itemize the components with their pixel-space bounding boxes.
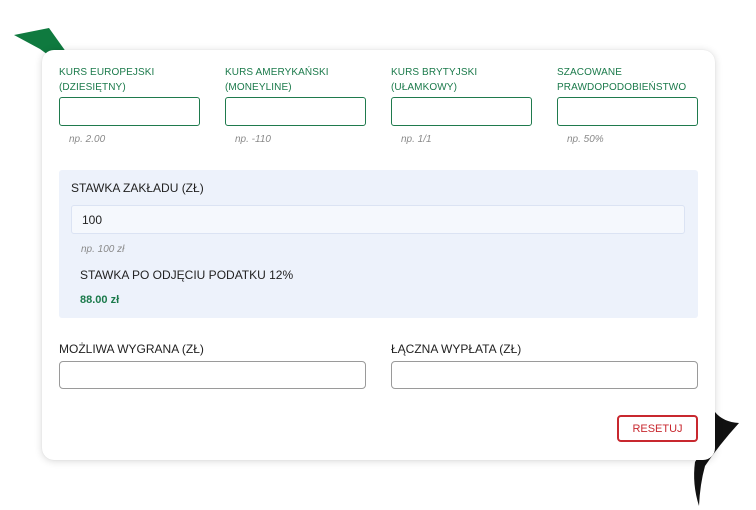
after-tax-stake-value: 88.00 zł <box>80 294 120 306</box>
total-payout-input[interactable] <box>391 361 698 389</box>
american-odds-input[interactable] <box>225 97 366 126</box>
stake-label: STAWKA ZAKŁADU (ZŁ) <box>71 181 204 195</box>
total-payout-label: ŁĄCZNA WYPŁATA (ZŁ) <box>391 342 522 356</box>
calculator-card: KURS EUROPEJSKI (DZIESIĘTNY) np. 2.00 KU… <box>42 50 715 460</box>
american-odds-hint: np. -110 <box>235 134 271 145</box>
british-odds-label: KURS BRYTYJSKI (UŁAMKOWY) <box>391 67 478 93</box>
probability-label: SZACOWANE PRAWDOPODOBIEŃSTWO <box>557 67 687 93</box>
european-odds-label: KURS EUROPEJSKI (DZIESIĘTNY) <box>59 67 155 93</box>
possible-win-label: MOŻLIWA WYGRANA (ZŁ) <box>59 342 204 356</box>
after-tax-stake-label: STAWKA PO ODJĘCIU PODATKU 12% <box>80 268 294 282</box>
british-odds-hint: np. 1/1 <box>401 134 432 145</box>
probability-hint: np. 50% <box>567 134 604 145</box>
american-odds-label: KURS AMERYKAŃSKI (MONEYLINE) <box>225 67 329 93</box>
stake-panel: STAWKA ZAKŁADU (ZŁ) np. 100 zł STAWKA PO… <box>59 170 698 318</box>
stake-input[interactable] <box>71 205 685 234</box>
british-odds-input[interactable] <box>391 97 532 126</box>
probability-input[interactable] <box>557 97 698 126</box>
european-odds-input[interactable] <box>59 97 200 126</box>
reset-button[interactable]: RESETUJ <box>617 415 698 442</box>
possible-win-input[interactable] <box>59 361 366 389</box>
stake-hint: np. 100 zł <box>81 244 125 255</box>
european-odds-hint: np. 2.00 <box>69 134 106 145</box>
